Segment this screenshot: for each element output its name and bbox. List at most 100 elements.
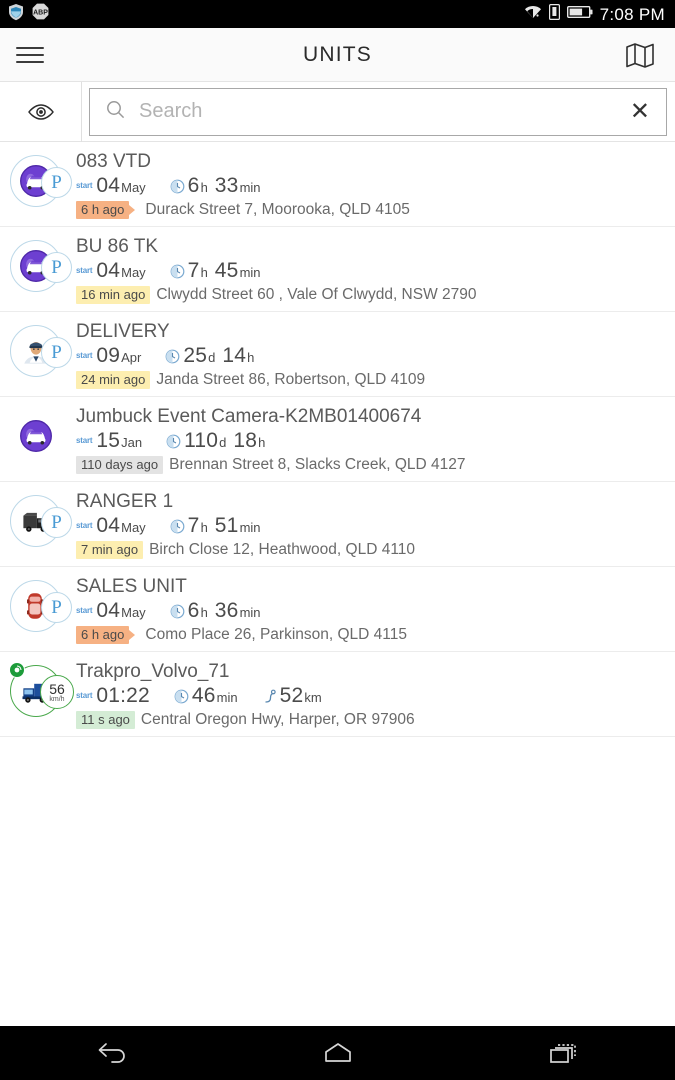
metric-value-2: 14 [222, 344, 247, 367]
metric-start-label: start 04 May [76, 174, 146, 198]
metric-unit: Jan [121, 435, 143, 450]
nav-recents-button[interactable] [508, 1026, 618, 1080]
unit-address-line: 11 s ago Central Oregon Hwy, Harper, OR 9… [76, 711, 665, 729]
last-update-badge: 6 h ago [76, 626, 130, 644]
unit-row[interactable]: P BU 86 TK start 04 May 7 h 45 min 16 min ago Clwy… [0, 227, 675, 312]
unit-address: Durack Street 7, Moorooka, QLD 4105 [145, 201, 410, 218]
unit-info: Jumbuck Event Camera-K2MB01400674 start 15… [72, 405, 665, 474]
nav-home-button[interactable] [283, 1026, 393, 1080]
unit-avatar: P [8, 322, 72, 380]
metric-value-2: 18 [233, 429, 258, 452]
unit-row[interactable]: P SALES UNIT start 04 May 6 h 36 min 6 h ago Como … [0, 567, 675, 652]
metric-value-2: 36 [214, 599, 239, 622]
metric-unit: h [200, 180, 208, 195]
metric-unit: h [200, 605, 208, 620]
unit-metrics: start 15 Jan 110 d 18 h [76, 429, 665, 453]
metric-value: 25 [183, 344, 208, 367]
status-bar-left-icons: ABP [8, 3, 49, 26]
last-update-badge: 7 min ago [76, 541, 144, 559]
metric-unit: km [304, 690, 322, 705]
metric-value: 04 [96, 259, 121, 282]
svg-text:ABP: ABP [33, 9, 48, 16]
map-icon[interactable] [625, 41, 655, 69]
adblock-plus-icon: ABP [32, 3, 49, 25]
unit-name: 083 VTD [76, 151, 151, 172]
unit-info: DELIVERY start 09 Apr 25 d 14 h 24 min ago Janda … [72, 320, 665, 389]
unit-address: Birch Close 12, Heathwood, QLD 4110 [149, 541, 416, 558]
unit-address: Janda Street 86, Robertson, QLD 4109 [156, 371, 426, 388]
metric-value: 6 [187, 174, 200, 197]
metric-start-label: start 09 Apr [76, 344, 141, 368]
metric-value-2: 45 [214, 259, 239, 282]
metric-value: 7 [187, 259, 200, 282]
nav-back-button[interactable] [58, 1026, 168, 1080]
unit-avatar: P [8, 577, 72, 635]
search-input[interactable] [139, 100, 628, 123]
clock-icon [170, 604, 185, 624]
menu-icon[interactable] [16, 44, 44, 66]
unit-info: 083 VTD start 04 May 6 h 33 min 6 h ago Durack St… [72, 150, 665, 219]
metric-start-label: start 04 May [76, 259, 146, 283]
unit-name: DELIVERY [76, 321, 170, 342]
unit-address-line: 16 min ago Clwydd Street 60 , Vale Of Clw… [76, 286, 665, 304]
last-update-badge: 110 days ago [76, 456, 164, 474]
metric-clock-icon: 6 h 36 min [170, 599, 261, 623]
status-bar: ABP 7:08 PM [0, 0, 675, 28]
last-update-badge: 11 s ago [76, 711, 135, 729]
unit-row[interactable]: P RANGER 1 start 04 May 7 h 51 min 7 min ago Birch… [0, 482, 675, 567]
unit-info: RANGER 1 start 04 May 7 h 51 min 7 min ago Birch … [72, 490, 665, 559]
start-label-icon: start [76, 181, 93, 190]
unit-address: Clwydd Street 60 , Vale Of Clwydd, NSW 2… [156, 286, 477, 303]
metric-start-label: start 04 May [76, 514, 146, 538]
clock-icon [170, 179, 185, 199]
unit-info: Trakpro_Volvo_71 start 01:22 46 min 52 km 11 s … [72, 660, 665, 729]
metric-value: 52 [279, 684, 304, 707]
unit-address-line: 6 h ago Durack Street 7, Moorooka, QLD 41… [76, 201, 665, 219]
visibility-eye-icon[interactable] [0, 81, 82, 142]
metric-clock-icon: 7 h 45 min [170, 259, 261, 283]
metric-unit: d [208, 350, 216, 365]
metric-value: 04 [96, 174, 121, 197]
unit-address-line: 7 min ago Birch Close 12, Heathwood, QLD … [76, 541, 665, 559]
app-bar: UNITS [0, 28, 675, 82]
metric-route-icon: 52 km [262, 684, 322, 708]
unit-address: Central Oregon Hwy, Harper, OR 97906 [140, 711, 415, 728]
search-row: ✕ [0, 81, 675, 142]
vehicle-icon [18, 418, 54, 454]
unit-avatar: P [8, 237, 72, 295]
unit-info: BU 86 TK start 04 May 7 h 45 min 16 min ago Clwyd… [72, 235, 665, 304]
unit-row[interactable]: P DELIVERY start 09 Apr 25 d 14 h 24 min ago Janda… [0, 312, 675, 397]
parked-badge: P [41, 167, 72, 198]
unit-row[interactable]: 56 km/h Trakpro_Volvo_71 start 01:22 46 min 52 k… [0, 652, 675, 737]
metric-unit: h [200, 265, 208, 280]
clear-search-icon[interactable]: ✕ [628, 99, 652, 124]
metric-value: 6 [187, 599, 200, 622]
unit-metrics: start 04 May 7 h 45 min [76, 259, 665, 283]
unit-row[interactable]: P 083 VTD start 04 May 6 h 33 min 6 h ago Durack S… [0, 142, 675, 227]
search-icon [106, 100, 125, 124]
metric-value: 110 [184, 429, 219, 452]
metric-unit-2: min [239, 180, 261, 195]
parked-badge: P [41, 252, 72, 283]
unit-name: RANGER 1 [76, 491, 174, 512]
unit-address: Como Place 26, Parkinson, QLD 4115 [145, 626, 408, 643]
metric-unit-2: min [239, 265, 261, 280]
unit-avatar: P [8, 152, 72, 210]
search-box[interactable]: ✕ [89, 87, 667, 136]
unit-name: Jumbuck Event Camera-K2MB01400674 [76, 406, 422, 427]
status-bar-right: 7:08 PM [524, 3, 665, 25]
wifi-icon [524, 4, 542, 24]
last-update-badge: 24 min ago [76, 371, 151, 389]
clock-icon [166, 434, 181, 454]
start-label-icon: start [76, 691, 93, 700]
unit-row[interactable]: Jumbuck Event Camera-K2MB01400674 start 15… [0, 397, 675, 482]
start-label-icon: start [76, 521, 93, 530]
status-bar-clock: 7:08 PM [599, 4, 665, 24]
unit-metrics: start 09 Apr 25 d 14 h [76, 344, 665, 368]
start-label-icon: start [76, 436, 93, 445]
last-update-badge: 6 h ago [76, 201, 130, 219]
metric-unit: May [121, 265, 146, 280]
start-label-icon: start [76, 351, 93, 360]
metric-start-label: start 04 May [76, 599, 146, 623]
metric-value: 04 [96, 599, 121, 622]
